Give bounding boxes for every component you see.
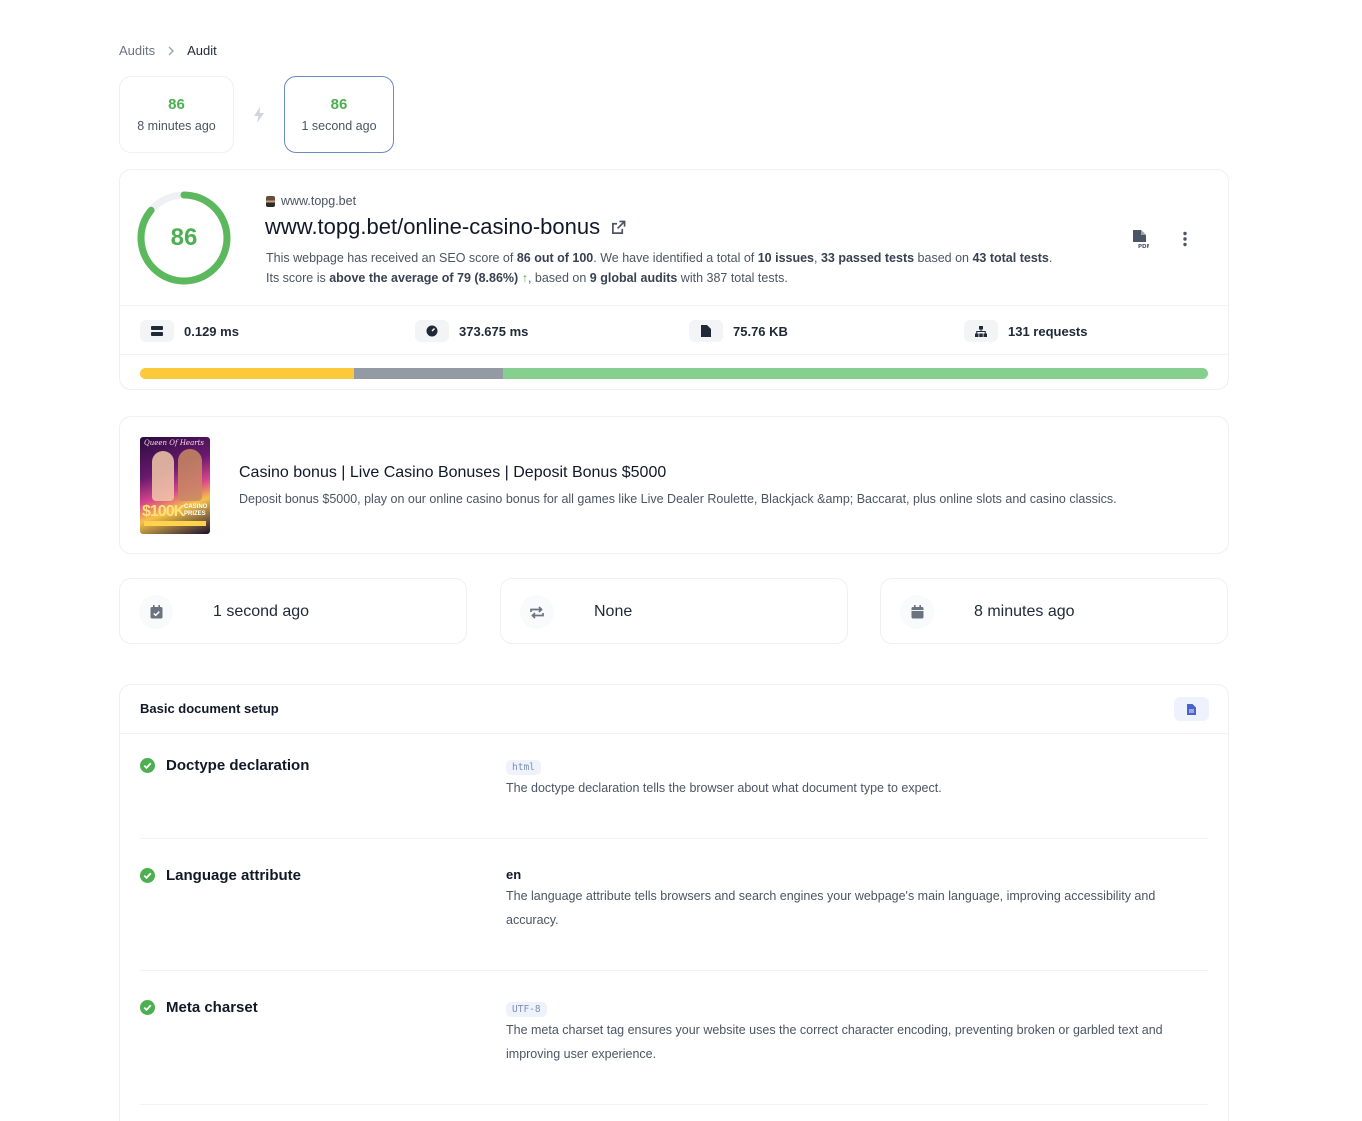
check-value-code: UTF-8 [506,1002,547,1017]
check-description: The language attribute tells browsers an… [506,889,1156,927]
page-thumbnail: Queen Of Hearts $100K CASINO PRIZES [140,437,210,534]
page-url-text[interactable]: www.topg.bet/online-casino-bonus [265,214,600,240]
check-title: Meta charset [140,999,258,1016]
metric-value: 373.675 ms [459,323,529,339]
check-title: Doctype declaration [140,757,309,774]
section-title: Basic document setup [140,701,279,716]
more-options-icon[interactable] [1176,228,1194,250]
metric-response-time: 0.129 ms [140,320,239,342]
metric-requests: 131 requests [964,320,1088,342]
history-item-current[interactable]: 86 1 second ago [284,76,394,153]
external-link-icon[interactable] [611,220,626,235]
score-description-line1: This webpage has received an SEO score o… [266,251,1053,265]
score-description-line2: Its score is above the average of 79 (8.… [266,271,788,285]
history-time: 1 second ago [301,119,377,133]
metric-page-size: 75.76 KB [689,320,788,342]
site-host-text: www.topg.bet [281,194,357,208]
metric-value: 75.76 KB [733,323,788,339]
calendar-icon [900,595,934,629]
history-item-previous[interactable]: 86 8 minutes ago [119,76,234,153]
repeat-icon [520,595,554,629]
lightning-icon [234,106,284,123]
sitemap-icon [964,320,998,342]
metric-value: 131 requests [1008,323,1088,339]
check-value-code: html [506,760,541,775]
page-meta-description: Deposit bonus $5000, play on our online … [239,492,1117,506]
breadcrumb-audits-link[interactable]: Audits [119,43,155,58]
check-circle-icon [140,868,155,883]
check-circle-icon [140,758,155,773]
site-favicon [266,195,275,207]
file-icon [689,320,723,342]
history-score: 86 [168,96,185,113]
calendar-check-icon [139,595,173,629]
summary-divider [120,305,1228,306]
check-value: html [506,757,541,775]
check-description: The doctype declaration tells the browse… [506,781,942,795]
score-value: 86 [170,224,198,251]
breadcrumb-current: Audit [187,43,217,58]
info-card-text: None [594,603,633,620]
gauge-icon [415,320,449,342]
progress-segment-passed [503,368,1208,379]
info-card-audited: 1 second ago [119,578,467,644]
page-meta-card: Queen Of Hearts $100K CASINO PRIZES Casi… [119,416,1229,554]
breadcrumb: Audits Audit [119,43,217,58]
section-divider [120,733,1228,734]
summary-divider [120,354,1228,355]
history-time: 8 minutes ago [137,119,216,133]
history-score: 86 [330,96,348,113]
check-value: en [506,866,521,884]
score-gauge: 86 [136,190,232,286]
check-value-text: en [506,867,522,882]
progress-segment-warnings [353,368,504,379]
page-url: www.topg.bet/online-casino-bonus [265,214,626,240]
metric-value: 0.129 ms [184,323,239,339]
pdf-export-icon[interactable]: PDF [1129,228,1151,250]
svg-text:PDF: PDF [1138,244,1149,249]
row-divider [140,970,1208,971]
server-icon [140,320,174,342]
section-report-icon[interactable] [1174,697,1209,721]
metric-load-time: 373.675 ms [415,320,528,342]
audit-history: 86 8 minutes ago 86 1 second ago [119,76,394,153]
info-card-recurrence: None [500,578,848,644]
score-description: This webpage has received an SEO score o… [266,248,1052,288]
check-description: The meta charset tag ensures your websit… [506,1023,1163,1061]
info-card-text: 1 second ago [213,603,310,620]
row-divider [140,838,1208,839]
page-meta-title: Casino bonus | Live Casino Bonuses | Dep… [239,464,667,481]
row-divider [140,1104,1208,1105]
audit-summary-card: 86 www.topg.bet www.topg.bet/online-casi… [119,169,1229,390]
check-value: UTF-8 [506,999,547,1017]
info-card-previous: 8 minutes ago [880,578,1228,644]
check-circle-icon [140,1000,155,1015]
site-host: www.topg.bet [266,194,356,208]
info-card-text: 8 minutes ago [974,603,1075,620]
section-basic-document-setup: Basic document setup Doctype declaration… [119,684,1229,1121]
check-title: Language attribute [140,867,301,884]
progress-segment-issues [140,368,354,379]
chevron-right-icon [167,46,175,56]
issues-progress-bar [140,368,1208,379]
